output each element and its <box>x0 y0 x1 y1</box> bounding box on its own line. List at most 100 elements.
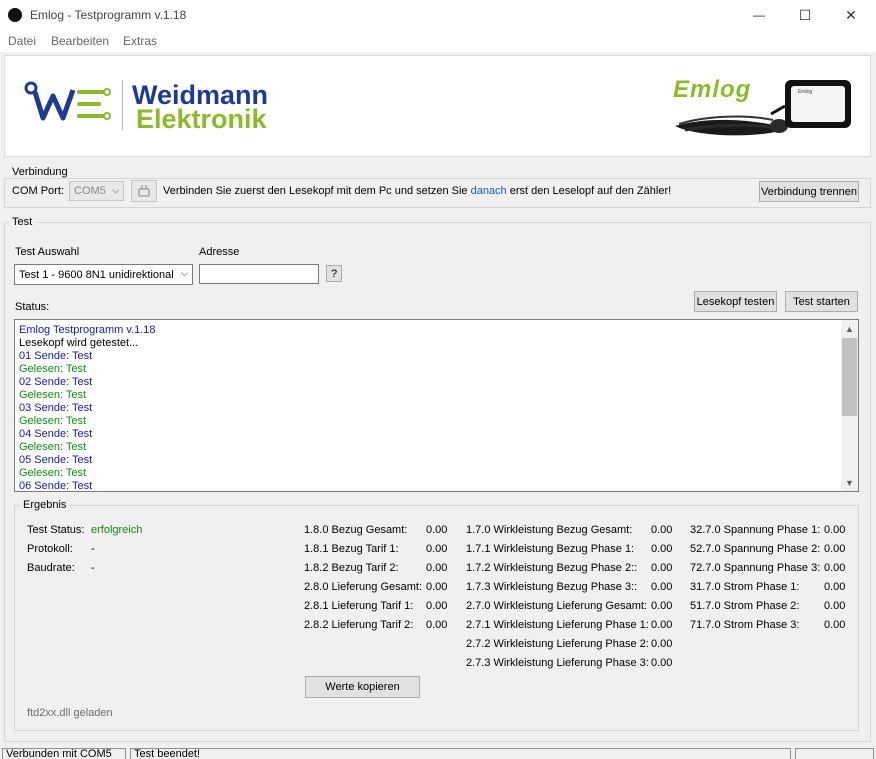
plug-icon <box>138 185 150 197</box>
disconnect-button[interactable]: Verbindung trennen <box>759 181 859 202</box>
obis-1-7-2-value: 0.00 <box>651 562 673 574</box>
baudrate-value: - <box>91 562 95 574</box>
log-scrollbar[interactable]: ▲ ▼ <box>841 320 858 491</box>
menu-datei[interactable]: Datei <box>8 34 36 48</box>
log-line: 06 Sende: Test <box>19 480 93 492</box>
obis-1-7-2-label: 1.7.2 Wirkleistung Bezug Phase 2:: <box>466 562 638 574</box>
chevron-down-icon: ⌵ <box>181 268 188 278</box>
obis-72-7-0-value: 0.00 <box>824 562 846 574</box>
address-input[interactable] <box>199 264 319 284</box>
protokoll-label: Protokoll: <box>27 543 73 555</box>
lesekopf-testen-button[interactable]: Lesekopf testen <box>694 291 777 312</box>
scroll-up-icon[interactable]: ▲ <box>841 320 858 337</box>
log-line: 03 Sende: Test <box>19 402 93 414</box>
connection-hint-after: erst den Leselopf auf den Zähler! <box>506 185 672 197</box>
connect-button[interactable] <box>131 180 157 202</box>
chevron-down-icon: ⌵ <box>112 185 119 195</box>
test-status-value: erfolgreich <box>91 524 143 536</box>
obis-72-7-0-label: 72.7.0 Spannung Phase 3: <box>690 562 821 574</box>
com-port-select[interactable]: COM5 ⌵ <box>69 181 124 201</box>
obis-2-7-3-value: 0.00 <box>651 657 673 669</box>
obis-51-7-0-label: 51.7.0 Strom Phase 2: <box>690 600 800 612</box>
verbindung-title: Verbindung <box>9 166 71 178</box>
com-port-label: COM Port: <box>12 185 64 197</box>
log-line: Gelesen: Test <box>19 415 87 427</box>
close-icon: ✕ <box>845 6 857 23</box>
address-label: Adresse <box>199 246 240 258</box>
company-name-line2: Elektronik <box>136 104 267 134</box>
status-connection: Verbunden mit COM5 <box>2 748 126 759</box>
log-line: Gelesen: Test <box>19 363 87 375</box>
log-line: 05 Sende: Test <box>19 454 93 466</box>
com-port-value: COM5 <box>74 185 106 197</box>
werte-kopieren-button[interactable]: Werte kopieren <box>305 676 420 698</box>
log-line: 04 Sende: Test <box>19 428 93 440</box>
log-line: Lesekopf wird getestet... <box>19 337 139 349</box>
obis-2-7-3-label: 2.7.3 Wirkleistung Lieferung Phase 3: <box>466 657 649 669</box>
obis-2-7-2-value: 0.00 <box>651 638 673 650</box>
obis-31-7-0-label: 31.7.0 Strom Phase 1: <box>690 581 800 593</box>
obis-2-8-0-value: 0.00 <box>426 581 448 593</box>
obis-32-7-0-label: 32.7.0 Spannung Phase 1: <box>690 524 821 536</box>
obis-52-7-0-value: 0.00 <box>824 543 846 555</box>
log-line: 01 Sende: Test <box>19 350 93 362</box>
window-title: Emlog - Testprogramm v.1.18 <box>30 8 187 22</box>
log-line: Emlog Testprogramm v.1.18 <box>19 324 156 336</box>
app-icon <box>8 8 22 22</box>
obis-2-8-0-label: 2.8.0 Lieferung Gesamt: <box>304 581 423 593</box>
test-starten-button[interactable]: Test starten <box>785 291 858 312</box>
obis-1-8-1-label: 1.8.1 Bezug Tarif 1: <box>304 543 399 555</box>
menu-bearbeiten[interactable]: Bearbeiten <box>51 34 109 48</box>
obis-1-7-3-label: 1.7.3 Wirkleistung Bezug Phase 3:: <box>466 581 638 593</box>
obis-52-7-0-label: 52.7.0 Spannung Phase 2: <box>690 543 821 555</box>
log-line: Gelesen: Test <box>19 467 87 479</box>
status-label: Status: <box>15 301 50 313</box>
obis-1-7-3-value: 0.00 <box>651 581 673 593</box>
status-state: Test beendet! <box>130 748 791 759</box>
obis-2-8-2-label: 2.8.2 Lieferung Tarif 2: <box>304 619 414 631</box>
scroll-down-icon[interactable]: ▼ <box>841 474 858 491</box>
obis-32-7-0-value: 0.00 <box>824 524 846 536</box>
connection-hint: Verbinden Sie zuerst den Lesekopf mit de… <box>163 185 671 197</box>
banner: Weidmann Elektronik Emlog Emlog <box>4 55 871 157</box>
obis-1-7-0-label: 1.7.0 Wirkleistung Bezug Gesamt: <box>466 524 633 536</box>
menu-extras[interactable]: Extras <box>123 34 157 48</box>
connection-hint-link[interactable]: danach <box>471 185 507 197</box>
log-line: Gelesen: Test <box>19 389 87 401</box>
scroll-thumb[interactable] <box>842 338 857 416</box>
ergebnis-title: Ergebnis <box>20 499 70 511</box>
help-button[interactable]: ? <box>326 265 342 282</box>
device-label: Emlog <box>798 89 813 95</box>
weidmann-logo-icon <box>24 81 111 121</box>
maximize-button[interactable]: ☐ <box>782 0 828 30</box>
status-log[interactable]: Emlog Testprogramm v.1.18 Lesekopf wird … <box>14 319 859 492</box>
obis-1-7-1-label: 1.7.1 Wirkleistung Bezug Phase 1: <box>466 543 635 555</box>
obis-1-8-0-label: 1.8.0 Bezug Gesamt: <box>304 524 408 536</box>
log-line: 02 Sende: Test <box>19 376 93 388</box>
test-select[interactable]: Test 1 - 9600 8N1 unidirektional ⌵ <box>14 264 193 285</box>
obis-71-7-0-value: 0.00 <box>824 619 846 631</box>
obis-1-8-1-value: 0.00 <box>426 543 448 555</box>
minimize-button[interactable]: — <box>736 0 782 30</box>
protokoll-value: - <box>91 543 95 555</box>
log-lines: Emlog Testprogramm v.1.18 Lesekopf wird … <box>19 324 156 492</box>
obis-2-7-0-value: 0.00 <box>651 600 673 612</box>
device-image <box>675 80 851 136</box>
obis-1-7-0-value: 0.00 <box>651 524 673 536</box>
connection-hint-before: Verbinden Sie zuerst den Lesekopf mit de… <box>163 185 471 197</box>
test-select-value: Test 1 - 9600 8N1 unidirektional <box>19 268 174 281</box>
obis-1-8-2-label: 1.8.2 Bezug Tarif 2: <box>304 562 399 574</box>
obis-1-7-1-value: 0.00 <box>651 543 673 555</box>
logo-divider <box>122 80 123 130</box>
status-empty-panel <box>795 748 874 759</box>
obis-71-7-0-label: 71.7.0 Strom Phase 3: <box>690 619 800 631</box>
obis-2-7-1-label: 2.7.1 Wirkleistung Lieferung Phase 1: <box>466 619 649 631</box>
test-select-label: Test Auswahl <box>15 246 80 258</box>
test-status-label: Test Status: <box>27 524 85 536</box>
minimize-icon: — <box>753 8 765 22</box>
obis-31-7-0-value: 0.00 <box>824 581 846 593</box>
close-button[interactable]: ✕ <box>828 0 874 30</box>
test-title: Test <box>9 216 36 228</box>
obis-2-7-0-label: 2.7.0 Wirkleistung Lieferung Gesamt: <box>466 600 647 612</box>
obis-1-8-0-value: 0.00 <box>426 524 448 536</box>
